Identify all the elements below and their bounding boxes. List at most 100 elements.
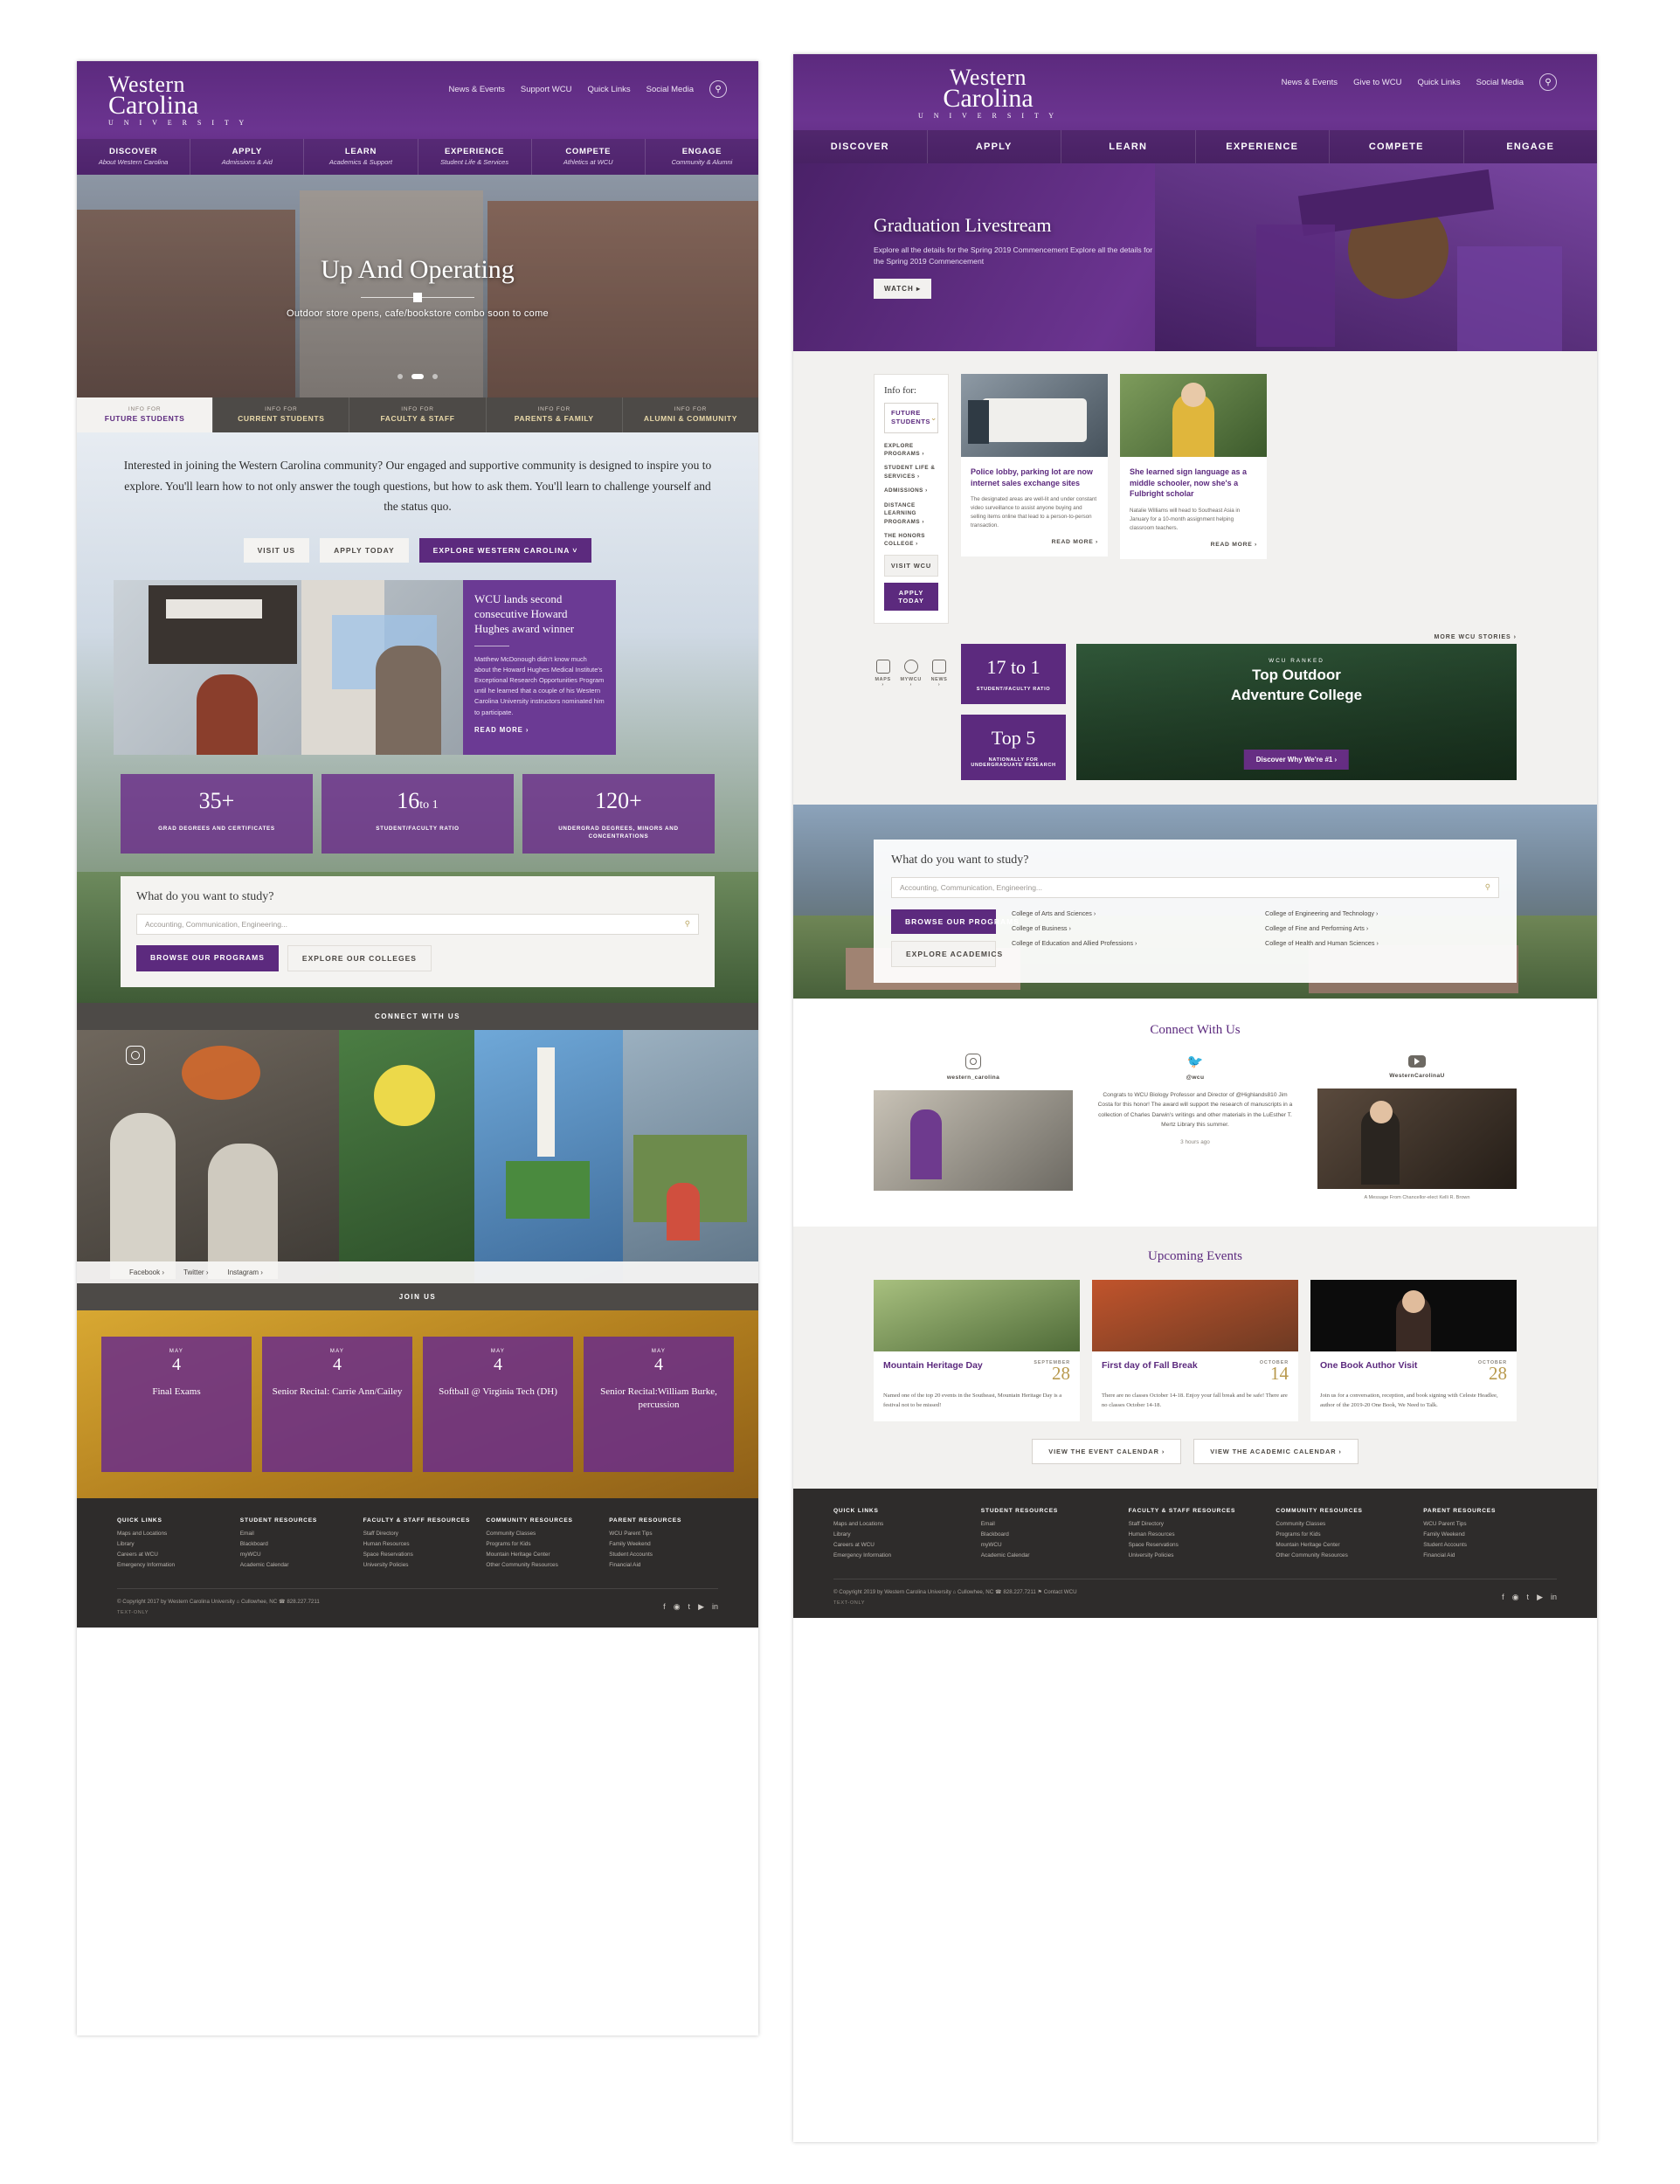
college-arts-sciences[interactable]: College of Arts and Sciences › (1012, 909, 1246, 917)
event-card-fall-break[interactable]: First day of Fall Break OCTOBER 14 There… (1092, 1279, 1298, 1422)
view-academic-calendar-button[interactable]: VIEW THE ACADEMIC CALENDAR › (1193, 1439, 1359, 1465)
nav-item-experience[interactable]: EXPERIENCE (1194, 130, 1330, 163)
text-only-link[interactable]: TEXT-ONLY (117, 1610, 320, 1615)
youtube-icon[interactable]: ▶ (698, 1602, 704, 1612)
nav-item-learn[interactable]: LEARN Academics & Support (303, 139, 417, 175)
college-engineering[interactable]: College of Engineering and Technology › (1265, 909, 1499, 917)
watch-button[interactable]: WATCH ▸ (874, 278, 931, 299)
utility-link-social[interactable]: Social Media (646, 85, 694, 94)
nav-item-learn[interactable]: LEARN (1061, 130, 1195, 163)
twitter-icon[interactable]: t (688, 1602, 691, 1612)
link-admissions[interactable]: ADMISSIONS › (884, 487, 938, 494)
wcu-logo[interactable]: Western Carolina U N I V E R S I T Y (914, 66, 1062, 120)
event-card[interactable]: MAY 4 Softball @ Virginia Tech (DH) (423, 1336, 573, 1472)
twitter-link[interactable]: Twitter › (183, 1268, 208, 1276)
discover-why-button[interactable]: Discover Why We're #1 › (1243, 749, 1350, 770)
view-event-calendar-button[interactable]: VIEW THE EVENT CALENDAR › (1032, 1439, 1182, 1465)
text-only-link[interactable]: TEXT-ONLY (833, 1600, 1077, 1606)
link-honors-college[interactable]: THE HONORS COLLEGE › (884, 532, 938, 549)
utility-link-news[interactable]: News & Events (1282, 78, 1338, 87)
facebook-link[interactable]: Facebook › (129, 1268, 164, 1276)
twitter-icon[interactable]: 🐦 (1096, 1054, 1295, 1069)
event-card-one-book[interactable]: One Book Author Visit OCTOBER 28 Join us… (1310, 1279, 1517, 1422)
quick-icon-maps[interactable]: MAPS › (874, 659, 892, 688)
nav-item-compete[interactable]: COMPETE Athletics at WCU (530, 139, 645, 175)
utility-link-support[interactable]: Support WCU (521, 85, 572, 94)
facebook-icon[interactable]: f (1502, 1593, 1504, 1602)
tab-future-students[interactable]: INFO FOR FUTURE STUDENTS (77, 397, 213, 432)
tab-alumni-community[interactable]: INFO FOR ALUMNI & COMMUNITY (621, 397, 758, 432)
nav-item-compete[interactable]: COMPETE (1329, 130, 1463, 163)
instagram-icon[interactable] (965, 1053, 981, 1069)
search-icon[interactable]: ⚲ (1539, 73, 1557, 91)
event-card[interactable]: MAY 4 Senior Recital:William Burke, perc… (584, 1336, 734, 1472)
link-student-life[interactable]: STUDENT LIFE & SERVICES › (884, 464, 938, 480)
instagram-icon[interactable]: ◉ (1512, 1593, 1519, 1602)
browse-programs-button[interactable]: BROWSE OUR PROGRAMS (891, 909, 1019, 934)
nav-item-apply[interactable]: APPLY Admissions & Aid (190, 139, 303, 175)
nav-item-discover[interactable]: DISCOVER (793, 130, 927, 163)
tab-faculty-staff[interactable]: INFO FOR FACULTY & STAFF (349, 397, 485, 432)
carousel-dot-3[interactable] (432, 374, 439, 379)
utility-link-news[interactable]: News & Events (448, 85, 504, 94)
news-read-more[interactable]: READ MORE › (1130, 542, 1257, 548)
college-fine-arts[interactable]: College of Fine and Performing Arts › (1265, 924, 1499, 932)
utility-link-quick[interactable]: Quick Links (588, 85, 631, 94)
linkedin-icon[interactable]: in (712, 1602, 718, 1612)
nav-item-engage[interactable]: ENGAGE (1462, 130, 1598, 163)
tab-parents-family[interactable]: INFO FOR PARENTS & FAMILY (485, 397, 622, 432)
feature-card-read-more[interactable]: READ MORE › (474, 726, 605, 734)
mosaic-tile-1[interactable] (77, 1029, 339, 1283)
carousel-dot-1[interactable] (397, 374, 403, 379)
quick-icon-mywcu[interactable]: MYWCU › (899, 659, 923, 688)
tab-current-students[interactable]: INFO FOR CURRENT STUDENTS (212, 397, 349, 432)
explore-academics-button[interactable]: EXPLORE ACADEMICS (891, 940, 1002, 967)
browse-programs-button[interactable]: BROWSE OUR PROGRAMS (136, 944, 279, 971)
explore-colleges-button[interactable]: EXPLORE OUR COLLEGES (287, 944, 432, 971)
search-icon[interactable]: ⚲ (1485, 882, 1490, 892)
search-icon[interactable]: ⚲ (709, 80, 727, 98)
youtube-handle[interactable]: WesternCarolinaU (1317, 1073, 1517, 1079)
explore-western-carolina-button[interactable]: EXPLORE WESTERN CAROLINA ˅ (418, 537, 592, 563)
link-explore-programs[interactable]: EXPLORE PROGRAMS › (884, 442, 938, 459)
nav-item-engage[interactable]: ENGAGE Community & Alumni (644, 139, 758, 175)
instagram-photo[interactable] (874, 1089, 1073, 1191)
event-card[interactable]: MAY 4 Senior Recital: Carrie Ann/Cailey (262, 1336, 412, 1472)
study-search-input[interactable]: Accounting, Communication, Engineering..… (891, 876, 1499, 898)
mosaic-tile-4[interactable] (623, 1029, 758, 1283)
youtube-icon[interactable]: ▶ (1537, 1593, 1543, 1602)
visit-us-button[interactable]: VISIT US (243, 537, 310, 563)
linkedin-icon[interactable]: in (1551, 1593, 1557, 1602)
audience-dropdown[interactable]: FUTURE STUDENTS ⌄ (884, 403, 938, 433)
adventure-college-promo[interactable]: WCU RANKED Top Outdoor Adventure College… (1076, 643, 1517, 780)
instagram-link[interactable]: Instagram › (227, 1268, 262, 1276)
twitter-icon[interactable]: t (1527, 1593, 1530, 1602)
utility-link-social[interactable]: Social Media (1476, 78, 1524, 87)
instagram-icon[interactable]: ◉ (674, 1602, 681, 1612)
mosaic-tile-2[interactable] (339, 1029, 474, 1283)
college-education[interactable]: College of Education and Allied Professi… (1012, 939, 1246, 947)
twitter-handle[interactable]: @wcu (1096, 1075, 1295, 1081)
nav-item-discover[interactable]: DISCOVER About Western Carolina (77, 139, 190, 175)
carousel-dots[interactable] (77, 368, 758, 384)
nav-item-experience[interactable]: EXPERIENCE Student Life & Services (417, 139, 531, 175)
instagram-icon[interactable] (126, 1045, 145, 1065)
apply-today-button[interactable]: APPLY TODAY (320, 537, 409, 563)
event-card-mountain-heritage[interactable]: Mountain Heritage Day SEPTEMBER 28 Named… (874, 1279, 1080, 1422)
instagram-handle[interactable]: western_carolina (874, 1075, 1073, 1081)
quick-icon-news[interactable]: NEWS › (930, 659, 949, 688)
link-distance-learning[interactable]: DISTANCE LEARNING PROGRAMS › (884, 501, 938, 526)
news-read-more[interactable]: READ MORE › (971, 539, 1098, 545)
facebook-icon[interactable]: f (663, 1602, 666, 1612)
more-wcu-stories-link[interactable]: MORE WCU STORIES › (874, 634, 1517, 640)
study-search-input[interactable]: Accounting, Communication, Engineering..… (136, 913, 699, 935)
youtube-thumbnail[interactable] (1317, 1088, 1517, 1189)
apply-today-button[interactable]: APPLY TODAY (884, 582, 938, 611)
mosaic-tile-3[interactable] (474, 1029, 623, 1283)
news-card-police-lobby[interactable]: Police lobby, parking lot are now intern… (961, 374, 1108, 556)
news-card-fulbright[interactable]: She learned sign language as a middle sc… (1120, 374, 1267, 559)
college-health[interactable]: College of Health and Human Sciences › (1265, 939, 1499, 947)
utility-link-give[interactable]: Give to WCU (1353, 78, 1401, 87)
youtube-icon[interactable] (1408, 1054, 1426, 1068)
college-business[interactable]: College of Business › (1012, 924, 1246, 932)
